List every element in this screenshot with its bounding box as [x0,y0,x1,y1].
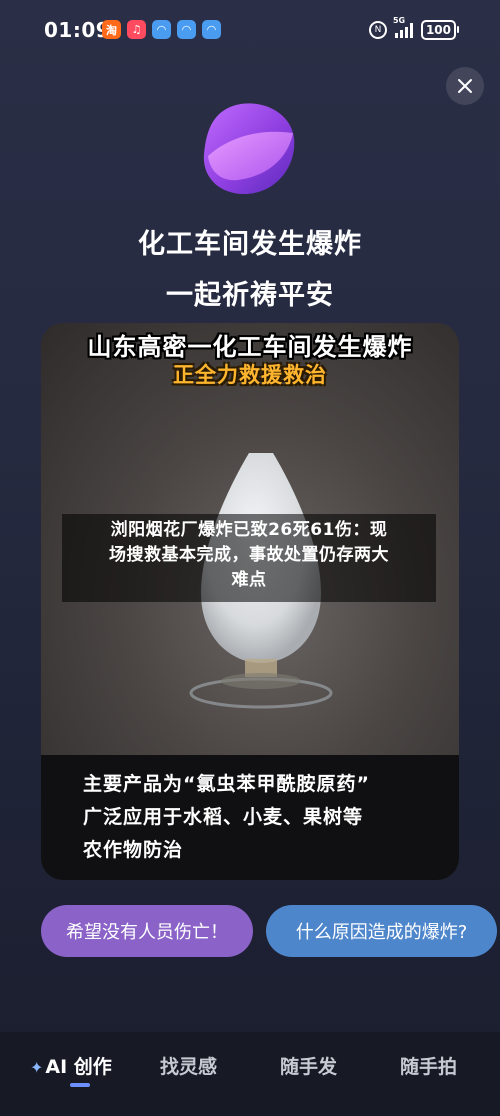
close-icon [458,79,472,93]
nav-active-indicator [70,1083,90,1087]
network-type-label: 5G [392,16,406,25]
card-title: 山东高密一化工车间发生爆炸 [87,333,413,361]
caption-line: 主要产品为“氯虫苯甲酰胺原药” [83,773,370,795]
caption-line: 农作物防治 [83,839,184,861]
app-icon-3: ◠ [202,20,221,39]
headline-secondary: 一起祈祷平安 [166,280,334,311]
nfc-icon: N [368,21,387,39]
app-icon-1: ◠ [152,20,171,39]
notification-icons: 淘 ♫ ◠ ◠ ◠ [102,20,221,39]
nav-capture[interactable]: 随手拍 [400,1052,457,1079]
card-subtitle: 正全力救援救治 [173,363,327,387]
caption-line: 广泛应用于水稻、小麦、果树等 [83,806,364,828]
overlay-line: 场搜救基本完成，事故处置仍存两大 [109,545,389,565]
ai-logo-icon [203,103,295,194]
headline-primary: 化工车间发生爆炸 [138,229,362,260]
battery-icon: 100 [420,20,460,40]
overlay-line: 难点 [231,570,267,590]
status-time: 01:09 [44,18,111,42]
card-caption: 主要产品为“氯虫苯甲酰胺原药” 广泛应用于水稻、小麦、果树等 农作物防治 [41,755,459,880]
close-button[interactable] [446,67,484,105]
news-headline-overlay[interactable]: 浏阳烟花厂爆炸已致26死61伤：现 场搜救基本完成，事故处置仍存两大 难点 [62,514,436,602]
taobao-icon: 淘 [102,20,121,39]
sparkle-icon: ✦ [30,1058,44,1077]
nav-inspiration[interactable]: 找灵感 [160,1052,217,1079]
nav-label: AI 创作 [45,1056,112,1078]
signal-icon: 5G [393,16,413,38]
overlay-line: 浏阳烟花厂爆炸已致26死61伤：现 [110,520,388,540]
suggestion-chip-left[interactable]: 希望没有人员伤亡！ [41,905,253,957]
nav-ai-create[interactable]: ✦ AI 创作 [30,1052,112,1079]
music-icon: ♫ [127,20,146,39]
app-icon-2: ◠ [177,20,196,39]
status-bar: 01:09 淘 ♫ ◠ ◠ ◠ N 5G 100 [0,0,500,62]
bottom-nav: ✦ AI 创作 找灵感 随手发 随手拍 [0,1032,500,1116]
suggestion-chip-right[interactable]: 什么原因造成的爆炸? [266,905,497,957]
nav-post[interactable]: 随手发 [280,1052,337,1079]
status-indicators: N 5G 100 [368,16,460,40]
